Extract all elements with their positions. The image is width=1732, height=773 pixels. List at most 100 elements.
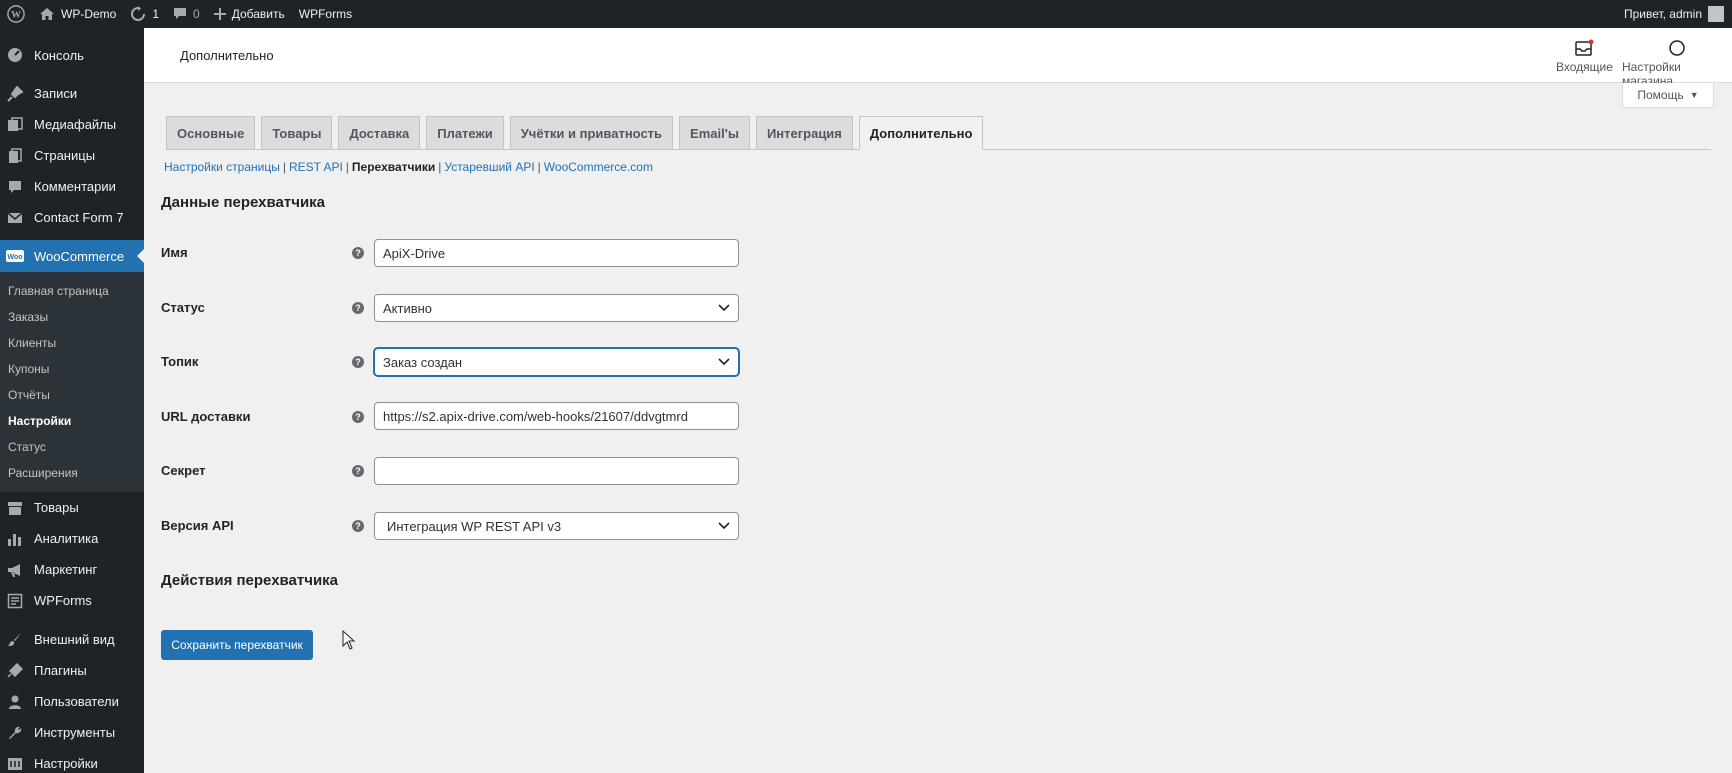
comments-link[interactable]: 0 <box>166 0 207 28</box>
svg-text:W: W <box>11 10 21 21</box>
sidebar-item-tools[interactable]: Инструменты <box>0 717 144 748</box>
link-page-settings[interactable]: Настройки страницы <box>164 160 280 174</box>
tab-general[interactable]: Основные <box>166 116 256 149</box>
sidebar-item-posts[interactable]: Записи <box>0 78 144 109</box>
avatar <box>1708 6 1724 22</box>
submenu-item-reports[interactable]: Отчёты <box>0 382 144 408</box>
sidebar-item-comments[interactable]: Комментарии <box>0 171 144 202</box>
tab-shipping[interactable]: Доставка <box>338 116 421 149</box>
updates-count: 1 <box>152 7 160 21</box>
help-tip-icon[interactable]: ? <box>352 465 364 477</box>
tab-emails[interactable]: Email'ы <box>679 116 750 149</box>
add-new-link[interactable]: Добавить <box>207 0 292 28</box>
sidebar-item-analytics[interactable]: Аналитика <box>0 523 144 554</box>
tab-payments[interactable]: Платежи <box>426 116 504 149</box>
sidebar-item-label: Страницы <box>34 148 96 163</box>
sidebar-item-label: Медиафайлы <box>34 117 117 132</box>
mouse-cursor-icon <box>342 629 356 653</box>
submenu-item-extensions[interactable]: Расширения <box>0 460 144 486</box>
submenu-item-status[interactable]: Статус <box>0 434 144 460</box>
inbox-button[interactable]: Входящие <box>1556 36 1613 74</box>
wpforms-label: WPForms <box>298 7 353 21</box>
help-tip-icon[interactable]: ? <box>352 520 364 532</box>
updates-link[interactable]: 1 <box>123 0 166 28</box>
caret-down-icon: ▼ <box>1689 90 1699 100</box>
submenu-item-orders[interactable]: Заказы <box>0 304 144 330</box>
submenu-item-customers[interactable]: Клиенты <box>0 330 144 356</box>
sidebar-item-contact-form-7[interactable]: Contact Form 7 <box>0 202 144 233</box>
chevron-down-icon <box>718 522 730 530</box>
sidebar-item-marketing[interactable]: Маркетинг <box>0 554 144 585</box>
tab-accounts-privacy[interactable]: Учётки и приватность <box>509 116 674 149</box>
tab-products[interactable]: Товары <box>261 116 333 149</box>
home-icon <box>39 7 55 21</box>
submenu-item-home[interactable]: Главная страница <box>0 278 144 304</box>
sidebar-item-media[interactable]: Медиафайлы <box>0 109 144 140</box>
account-menu[interactable]: Привет, admin <box>1617 0 1732 28</box>
chevron-down-icon <box>718 304 730 312</box>
submenu-item-settings[interactable]: Настройки <box>0 408 144 434</box>
status-select-value: Активно <box>383 300 433 316</box>
greeting-text: Привет, admin <box>1623 7 1702 21</box>
sidebar-item-pages[interactable]: Страницы <box>0 140 144 171</box>
tab-advanced[interactable]: Дополнительно <box>858 116 984 150</box>
separator: | <box>345 160 349 174</box>
secret-label: Секрет <box>161 463 206 478</box>
help-label: Помощь <box>1637 88 1684 102</box>
sidebar-item-label: WooCommerce <box>34 248 125 264</box>
api-version-select-value: Интеграция WP REST API v3 <box>387 518 562 534</box>
link-woocommerce-com[interactable]: WooCommerce.com <box>544 160 653 174</box>
media-icon <box>6 116 24 134</box>
help-tip-icon[interactable]: ? <box>352 411 364 423</box>
link-webhooks-current[interactable]: Перехватчики <box>352 160 435 174</box>
webhook-actions-heading: Действия перехватчика <box>161 572 339 589</box>
help-tab-button[interactable]: Помощь ▼ <box>1622 83 1714 108</box>
secret-input[interactable] <box>374 457 739 485</box>
form-icon <box>6 592 24 610</box>
topic-select[interactable]: Заказ создан <box>374 348 739 376</box>
submenu-item-coupons[interactable]: Купоны <box>0 356 144 382</box>
webhook-data-heading: Данные перехватчика <box>161 194 326 211</box>
wordpress-logo-button[interactable]: W <box>0 0 32 28</box>
wrench-icon <box>6 724 24 742</box>
sidebar-item-appearance[interactable]: Внешний вид <box>0 624 144 655</box>
store-settings-button[interactable]: Настройки магазина <box>1622 36 1732 88</box>
sidebar-item-woocommerce[interactable]: Woo WooCommerce <box>0 240 144 272</box>
sidebar-item-plugins[interactable]: Плагины <box>0 655 144 686</box>
subsection-links: Настройки страницы | REST API | Перехватчики… <box>164 160 653 174</box>
sidebar-item-users[interactable]: Пользователи <box>0 686 144 717</box>
link-rest-api[interactable]: REST API <box>289 160 343 174</box>
delivery-url-label: URL доставки <box>161 409 251 424</box>
sidebar-item-products[interactable]: Товары <box>0 492 144 523</box>
help-tip-icon[interactable]: ? <box>352 356 364 368</box>
sidebar-item-dashboard[interactable]: Консоль <box>0 36 144 74</box>
sidebar-item-label: Внешний вид <box>34 632 115 647</box>
sidebar-item-label: Записи <box>34 86 78 101</box>
topic-label: Топик <box>161 354 199 369</box>
wpforms-link[interactable]: WPForms <box>292 0 359 28</box>
status-label: Статус <box>161 300 205 315</box>
user-icon <box>6 693 24 711</box>
comments-icon <box>6 178 24 196</box>
dashboard-icon <box>6 46 24 64</box>
sidebar-item-wpforms[interactable]: WPForms <box>0 585 144 616</box>
delivery-url-input[interactable]: https://s2.apix-drive.com/web-hooks/2160… <box>374 402 739 430</box>
help-tip-icon[interactable]: ? <box>352 302 364 314</box>
woocommerce-icon: Woo <box>6 247 24 265</box>
status-select[interactable]: Активно <box>374 294 739 322</box>
name-input[interactable]: ApiX-Drive <box>374 239 739 267</box>
sidebar-item-settings[interactable]: Настройки <box>0 748 144 773</box>
site-name-link[interactable]: WP-Demo <box>32 0 123 28</box>
api-version-select[interactable]: Интеграция WP REST API v3 <box>374 512 739 540</box>
tab-integration[interactable]: Интеграция <box>755 116 853 149</box>
woocommerce-header: Дополнительно Входящие Настройки магазин… <box>144 28 1732 88</box>
separator: | <box>438 160 442 174</box>
link-legacy-api[interactable]: Устаревший API <box>444 160 534 174</box>
sidebar-item-label: Инструменты <box>34 725 116 740</box>
settings-icon <box>6 755 24 773</box>
help-tip-icon[interactable]: ? <box>352 247 364 259</box>
separator: | <box>282 160 286 174</box>
admin-sidebar: Консоль Записи Медиафайлы Страницы Комме… <box>0 28 144 773</box>
sidebar-item-label: Маркетинг <box>34 562 98 577</box>
save-webhook-button[interactable]: Сохранить перехватчик <box>161 630 313 660</box>
